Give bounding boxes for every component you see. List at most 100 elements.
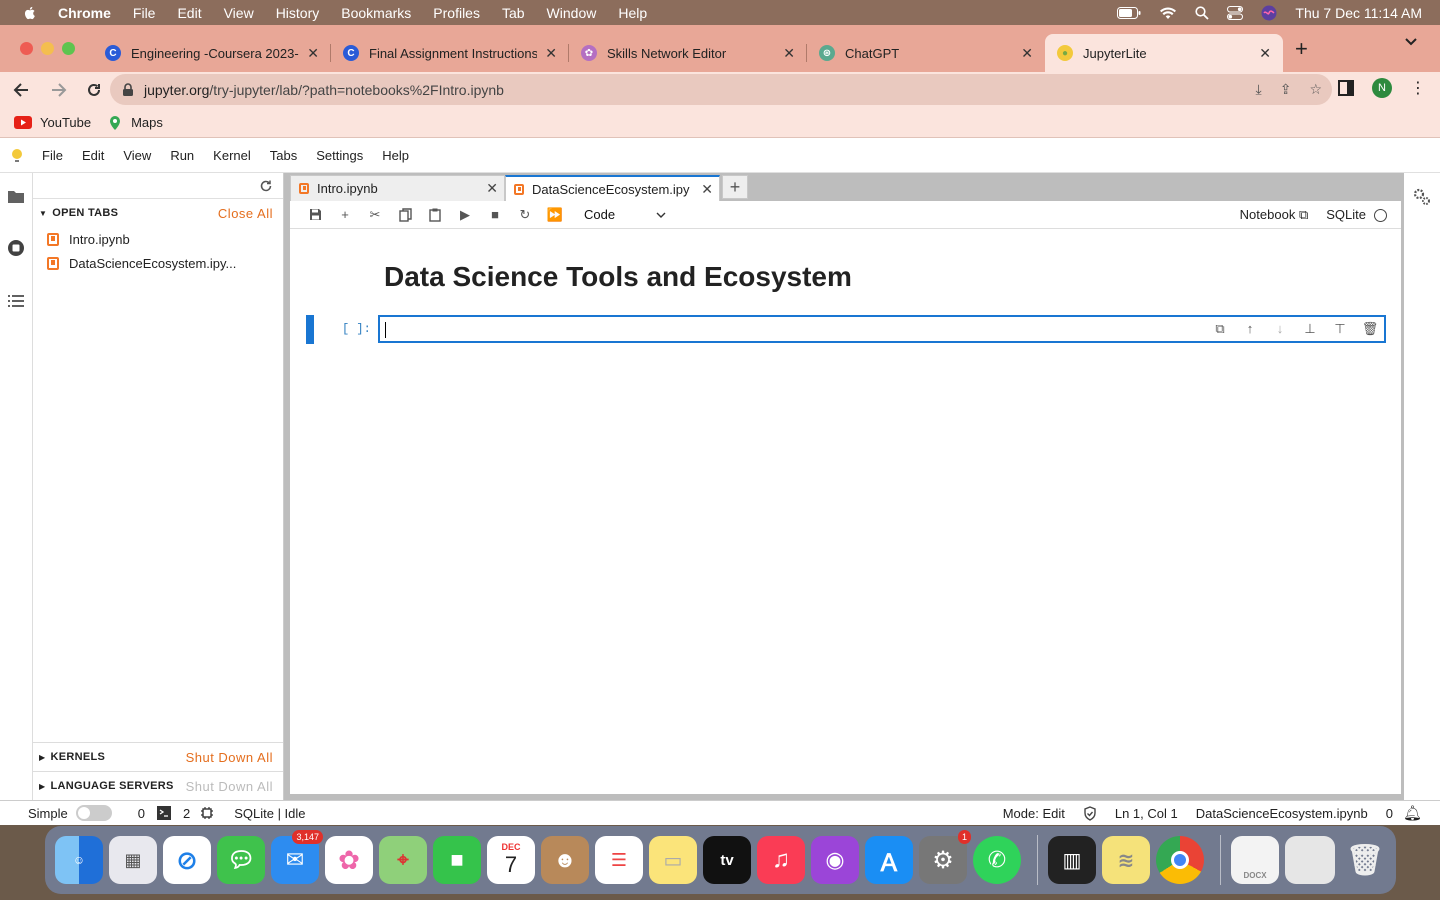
kernel-indicator[interactable]: SQLite — [1326, 207, 1387, 223]
jupyter-menu-run[interactable]: Run — [170, 148, 194, 163]
bookmark-star-icon[interactable]: ☆ — [1309, 81, 1322, 98]
menubar-clock[interactable]: Thu 7 Dec 11:14 AM — [1295, 5, 1422, 21]
back-arrow-icon[interactable] — [8, 81, 36, 99]
contacts-icon[interactable]: ☻ — [541, 836, 589, 884]
restart-run-all-icon[interactable]: ⏩ — [540, 207, 570, 223]
finder-icon[interactable]: ☺ — [55, 836, 103, 884]
trusted-shield-icon[interactable] — [1083, 805, 1097, 821]
property-inspector-gears-icon[interactable] — [1412, 187, 1432, 207]
move-up-icon[interactable]: ↑ — [1241, 321, 1259, 337]
kernel-count[interactable]: 2 — [183, 806, 190, 821]
refresh-icon[interactable] — [259, 179, 273, 193]
duplicate-cell-icon[interactable]: ⧉ — [1211, 321, 1229, 337]
photos-icon[interactable]: ✿ — [325, 836, 373, 884]
system-preferences-icon[interactable]: ⚙ 1 — [919, 830, 971, 884]
close-all-button[interactable]: Close All — [218, 206, 273, 221]
restart-icon[interactable]: ↻ — [510, 207, 540, 223]
jupyter-menu-tabs[interactable]: Tabs — [270, 148, 297, 163]
messages-icon[interactable]: 💬︎ — [217, 836, 265, 884]
paste-icon[interactable] — [420, 208, 450, 222]
podcasts-icon[interactable]: ◉ — [811, 836, 859, 884]
browser-tab-skills-network[interactable]: ✿ Skills Network Editor ✕ — [569, 34, 807, 72]
bookmark-youtube[interactable]: YouTube — [14, 115, 91, 130]
run-icon[interactable]: ▶ — [450, 207, 480, 223]
simple-mode-toggle[interactable] — [75, 805, 112, 821]
reload-icon[interactable] — [80, 81, 108, 99]
lock-icon[interactable] — [122, 82, 134, 97]
close-tab-icon[interactable]: ✕ — [545, 45, 557, 62]
cut-icon[interactable]: ✂ — [360, 207, 390, 223]
close-tab-icon[interactable]: ✕ — [1259, 45, 1271, 62]
shut-down-all-kernels-button[interactable]: Shut Down All — [186, 750, 273, 765]
stickies-icon[interactable]: ≋ — [1102, 836, 1150, 884]
open-tab-item[interactable]: Intro.ipynb — [33, 227, 283, 251]
calendar-icon[interactable]: DEC 7 — [487, 836, 535, 884]
reminders-icon[interactable]: ☰ — [595, 836, 643, 884]
save-icon[interactable] — [300, 208, 330, 221]
menubar-history[interactable]: History — [276, 5, 320, 21]
move-down-icon[interactable]: ↓ — [1271, 321, 1289, 337]
browser-tab-coursera[interactable]: C Engineering -Coursera 2023-2 ✕ — [93, 34, 331, 72]
language-servers-section-header[interactable]: ▶ LANGUAGE SERVERS Shut Down All — [33, 771, 283, 800]
close-window-button[interactable] — [20, 42, 33, 55]
safari-icon[interactable]: ⊘ — [163, 836, 211, 884]
browser-tab-jupyterlite[interactable]: ● JupyterLite ✕ — [1045, 34, 1283, 72]
cursor-position[interactable]: Ln 1, Col 1 — [1115, 806, 1178, 821]
menubar-view[interactable]: View — [224, 5, 254, 21]
maps-app-icon[interactable]: ⌖ — [379, 836, 427, 884]
browser-tab-final-assignment[interactable]: C Final Assignment Instructions ✕ — [331, 34, 569, 72]
jupyter-menu-edit[interactable]: Edit — [82, 148, 104, 163]
zoom-window-button[interactable] — [62, 42, 75, 55]
new-tab-button[interactable]: + — [1295, 36, 1308, 62]
notes-icon[interactable]: ▭ — [649, 836, 697, 884]
mail-icon[interactable]: ✉ 3,147 — [271, 830, 323, 884]
music-icon[interactable]: ♫ — [757, 836, 805, 884]
cell-type-dropdown[interactable]: Code — [584, 207, 666, 222]
forward-arrow-icon[interactable] — [44, 81, 72, 99]
address-bar[interactable]: jupyter.org/try-jupyter/lab/?path=notebo… — [110, 74, 1332, 105]
control-center-icon[interactable] — [1227, 5, 1244, 20]
kernel-status[interactable]: SQLite | Idle — [234, 806, 305, 821]
facetime-icon[interactable]: ■ — [433, 836, 481, 884]
apple-tv-icon[interactable]: tv — [703, 836, 751, 884]
insert-cell-icon[interactable]: + — [330, 207, 360, 222]
docx-file-icon[interactable]: DOCX — [1231, 836, 1279, 884]
code-cell-editor[interactable]: ⧉ ↑ ↓ ⊥ ⊤ 🗑 — [378, 315, 1386, 343]
chrome-window-thumbnail-icon[interactable] — [1285, 836, 1335, 884]
menubar-bookmarks[interactable]: Bookmarks — [341, 5, 411, 21]
battery-icon[interactable] — [1117, 6, 1141, 19]
running-kernels-icon[interactable] — [7, 239, 25, 257]
minimize-window-button[interactable] — [41, 42, 54, 55]
close-tab-icon[interactable]: ✕ — [307, 45, 319, 62]
close-tab-icon[interactable]: ✕ — [1021, 45, 1033, 62]
new-launcher-button[interactable]: + — [722, 175, 748, 199]
bookmark-maps[interactable]: Maps — [107, 115, 163, 131]
open-in-notebook-button[interactable]: Notebook ⧉ — [1240, 207, 1309, 223]
doc-tab-datascienceecosystem[interactable]: DataScienceEcosystem.ipy ✕ — [505, 175, 720, 201]
browser-tab-chatgpt[interactable]: ⊛ ChatGPT ✕ — [807, 34, 1045, 72]
launchpad-icon[interactable]: ▦ — [109, 836, 157, 884]
wifi-icon[interactable] — [1159, 6, 1177, 20]
insert-above-icon[interactable]: ⊤ — [1331, 321, 1349, 337]
kernels-section-header[interactable]: ▶ KERNELS Shut Down All — [33, 742, 283, 771]
profile-avatar[interactable]: N — [1372, 78, 1392, 98]
insert-below-icon[interactable]: ⊥ — [1301, 321, 1319, 337]
close-tab-icon[interactable]: ✕ — [783, 45, 795, 62]
menubar-edit[interactable]: Edit — [177, 5, 201, 21]
piano-app-icon[interactable]: ▥ — [1048, 836, 1096, 884]
table-of-contents-icon[interactable] — [7, 292, 25, 310]
doc-tab-intro[interactable]: Intro.ipynb ✕ — [290, 175, 505, 201]
jupyter-menu-help[interactable]: Help — [382, 148, 409, 163]
share-icon[interactable]: ⇪ — [1280, 81, 1292, 98]
install-app-icon[interactable]: ⤓ — [1256, 81, 1262, 98]
delete-cell-icon[interactable]: 🗑 — [1361, 321, 1379, 337]
jupyter-menu-file[interactable]: File — [42, 148, 63, 163]
close-doc-tab-icon[interactable]: ✕ — [486, 180, 498, 197]
menubar-window[interactable]: Window — [547, 5, 597, 21]
chrome-menu-icon[interactable]: ⋮ — [1410, 78, 1426, 98]
tab-search-chevron-icon[interactable] — [1404, 37, 1418, 47]
menubar-profiles[interactable]: Profiles — [433, 5, 480, 21]
menubar-tab[interactable]: Tab — [502, 5, 525, 21]
open-tab-item[interactable]: DataScienceEcosystem.ipy... — [33, 251, 283, 275]
menubar-help[interactable]: Help — [618, 5, 647, 21]
